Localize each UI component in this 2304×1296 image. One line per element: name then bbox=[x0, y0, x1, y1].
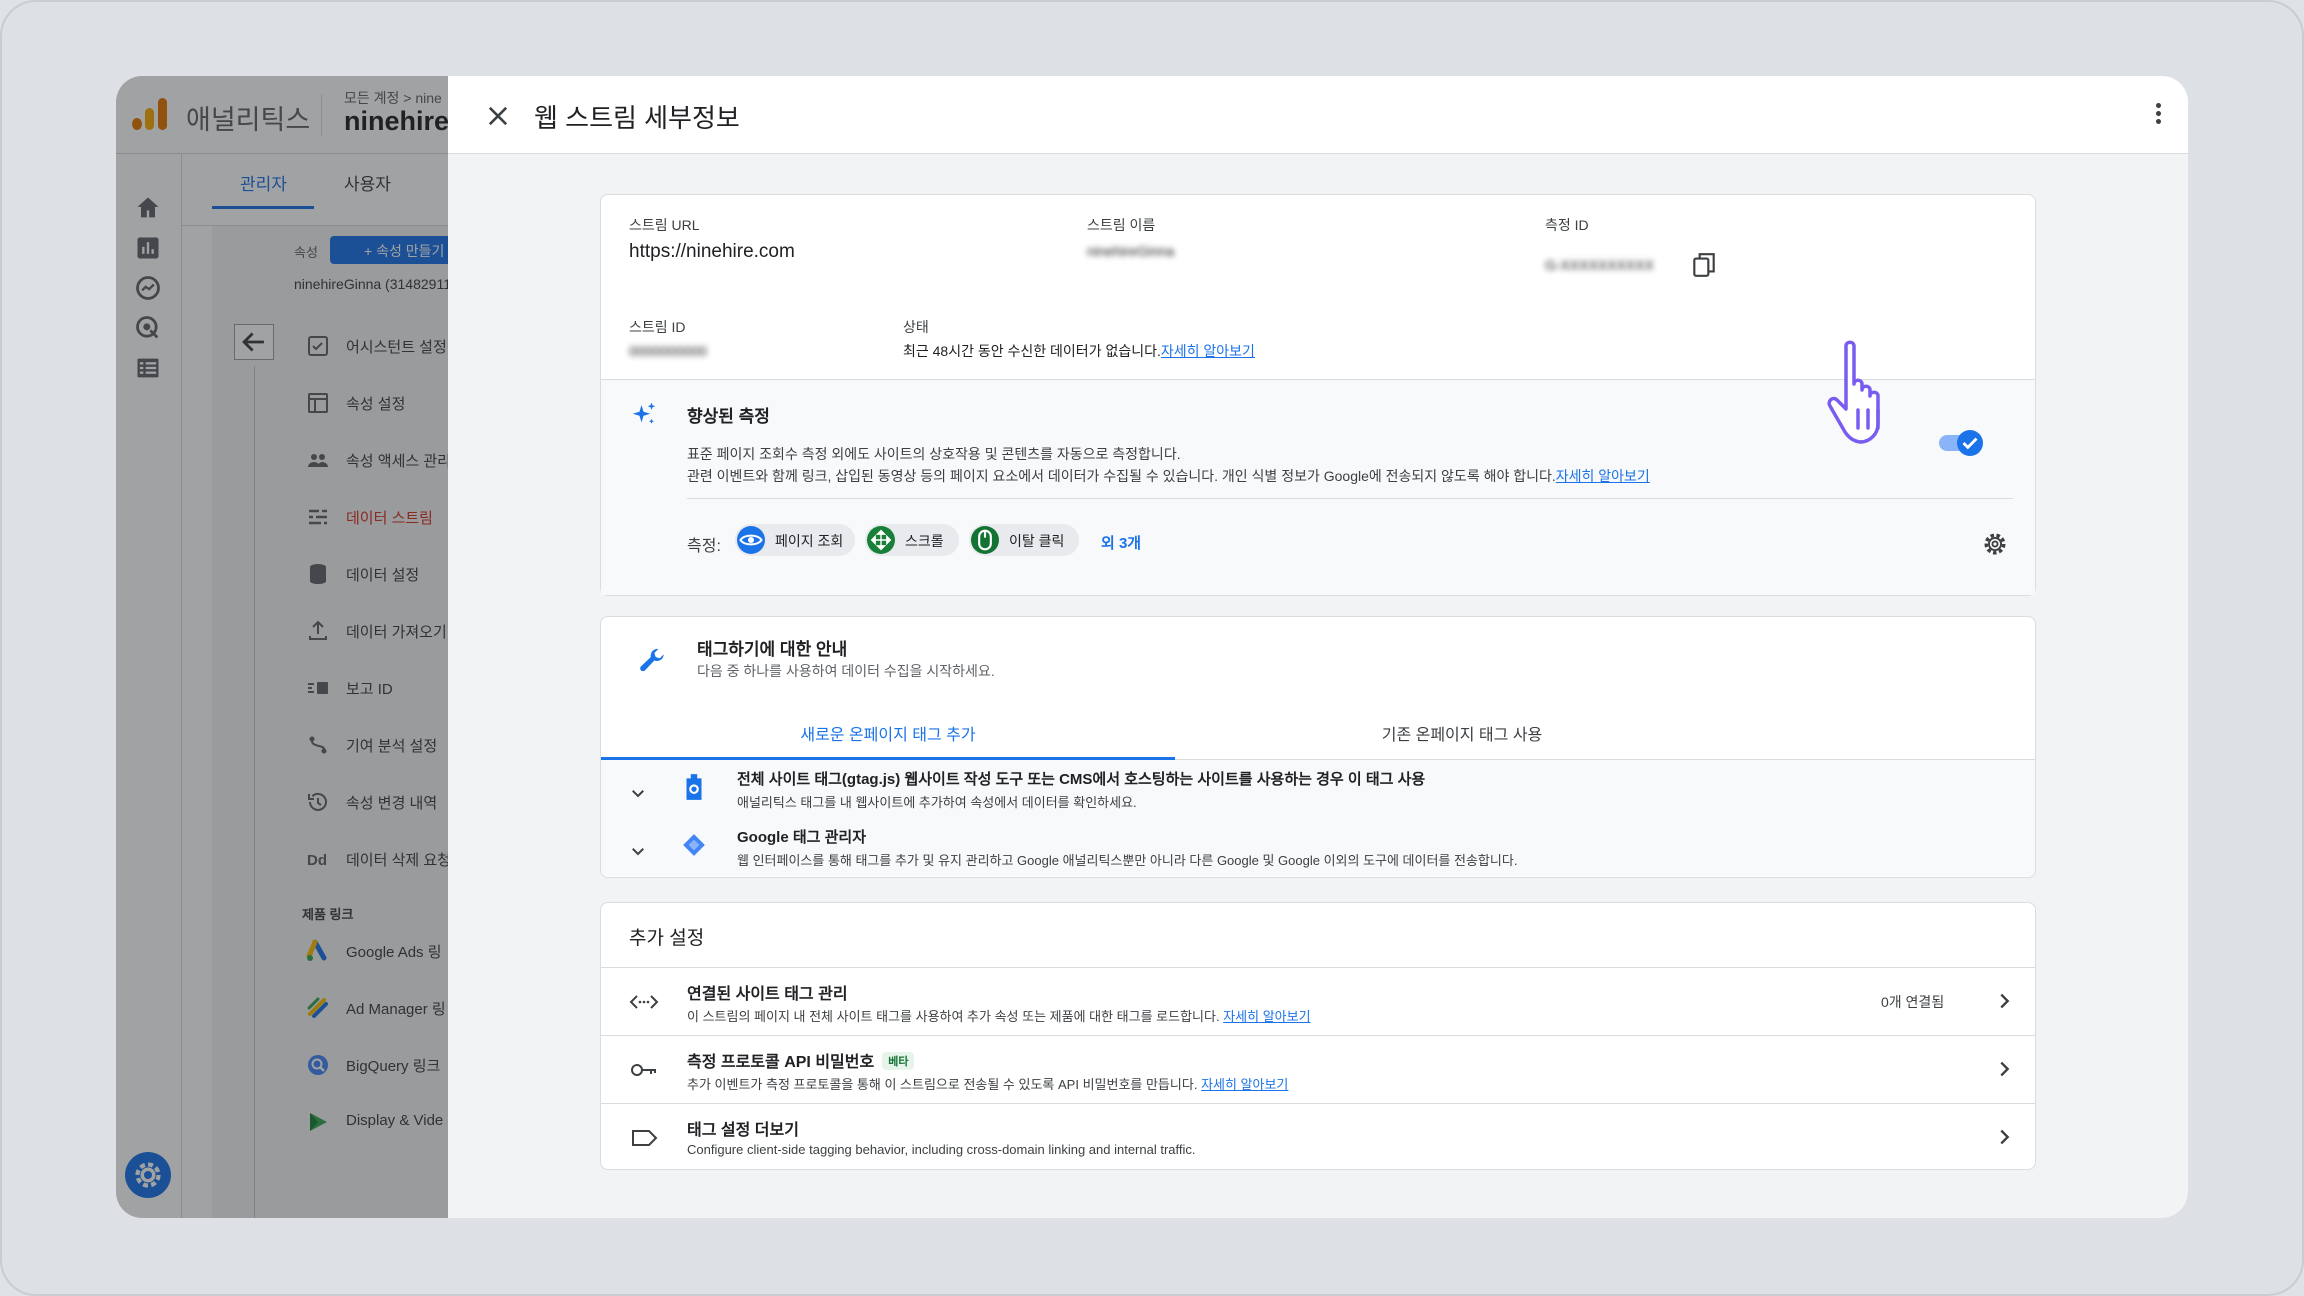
copy-icon[interactable] bbox=[1691, 251, 1717, 279]
enhanced-measurement-toggle[interactable] bbox=[1939, 430, 1985, 456]
setting-learn-more-link[interactable]: 자세히 알아보기 bbox=[1201, 1077, 1288, 1092]
measure-label: 측정: bbox=[687, 538, 721, 555]
connected-count-badge: 0개 연결됨 bbox=[1881, 994, 1945, 1010]
setting-title: 태그 설정 더보기 bbox=[687, 1122, 799, 1139]
status-text: 최근 48시간 동안 수신한 데이터가 없습니다.자세히 알아보기 bbox=[903, 341, 1255, 361]
chevron-right-icon[interactable] bbox=[1993, 1126, 2015, 1148]
scroll-icon bbox=[867, 526, 895, 554]
sparkle-icon bbox=[632, 402, 656, 424]
tag-option-desc: 애널리틱스 태그를 내 웹사이트에 추가하여 속성에서 데이터를 확인하세요. bbox=[737, 795, 1137, 810]
chevron-down-icon[interactable] bbox=[629, 842, 647, 860]
enhanced-learn-more-link[interactable]: 자세히 알아보기 bbox=[1556, 468, 1650, 484]
chip-page-view[interactable]: 페이지 조회 bbox=[735, 524, 855, 556]
setting-title-text: 측정 프로토콜 API 비밀번호 bbox=[687, 1054, 875, 1071]
chip-label: 이탈 클릭 bbox=[1009, 533, 1065, 549]
stream-id-label: 스트림 ID bbox=[629, 319, 686, 335]
tag-options-list: 전체 사이트 태그(gtag.js) 웹사이트 작성 도구 또는 CMS에서 호… bbox=[601, 760, 2035, 876]
additional-settings-card: 추가 설정 연결된 사이트 태그 관리 이 스트림의 페이지 내 전체 사이트 … bbox=[600, 902, 2036, 1170]
status-learn-more-link[interactable]: 자세히 알아보기 bbox=[1161, 343, 1255, 359]
chevron-down-icon[interactable] bbox=[629, 784, 647, 802]
tag-option-desc: 웹 인터페이스를 통해 태그를 추가 및 유지 관리하고 Google 애널리틱… bbox=[737, 853, 1518, 868]
chip-outbound-click[interactable]: 이탈 클릭 bbox=[969, 524, 1079, 556]
tagging-instructions-card: 태그하기에 대한 안내 다음 중 하나를 사용하여 데이터 수집을 시작하세요.… bbox=[600, 616, 2036, 878]
row-more-tag-settings[interactable]: 태그 설정 더보기 Configure client-side tagging … bbox=[601, 1103, 2035, 1171]
row-measurement-protocol-secrets[interactable]: 측정 프로토콜 API 비밀번호 베타 추가 이벤트가 측정 프로토콜을 통해 이… bbox=[601, 1035, 2035, 1103]
chevron-right-icon[interactable] bbox=[1993, 990, 2015, 1012]
status-label: 상태 bbox=[903, 319, 929, 335]
row-connected-site-tags[interactable]: 연결된 사이트 태그 관리 이 스트림의 페이지 내 전체 사이트 태그를 사용… bbox=[601, 967, 2035, 1035]
stream-url-label: 스트림 URL bbox=[629, 217, 700, 233]
enhanced-measurement-title: 향상된 측정 bbox=[687, 407, 770, 426]
tag-manager-icon bbox=[683, 834, 705, 856]
panel-title: 웹 스트림 세부정보 bbox=[534, 103, 740, 133]
site-tag-icon bbox=[686, 774, 702, 800]
tab-add-new-tag[interactable]: 새로운 온페이지 태그 추가 bbox=[601, 721, 1175, 745]
measurement-id-value: G-XXXXXXXXXX bbox=[1545, 257, 1654, 273]
wrench-icon bbox=[640, 648, 664, 672]
additional-settings-title: 추가 설정 bbox=[629, 928, 705, 949]
enhanced-desc-line1: 표준 페이지 조회수 측정 외에도 사이트의 상호작용 및 콘텐츠를 자동으로 … bbox=[687, 446, 1181, 462]
enhanced-desc-text: 관련 이벤트와 함께 링크, 삽입된 동영상 등의 페이지 요소에서 데이터가 … bbox=[687, 468, 1556, 484]
tab-use-existing-tag[interactable]: 기존 온페이지 태그 사용 bbox=[1175, 721, 1749, 745]
stream-name-label: 스트림 이름 bbox=[1087, 217, 1156, 233]
setting-desc: Configure client-side tagging behavior, … bbox=[687, 1142, 1196, 1157]
beta-badge: 베타 bbox=[882, 1052, 915, 1070]
check-icon bbox=[1962, 437, 1978, 450]
key-icon bbox=[631, 1064, 656, 1076]
chip-label: 페이지 조회 bbox=[775, 533, 844, 549]
setting-title: 측정 프로토콜 API 비밀번호 베타 bbox=[687, 1048, 915, 1072]
tag-option-title: Google 태그 관리자 bbox=[737, 829, 867, 846]
setting-learn-more-link[interactable]: 자세히 알아보기 bbox=[1223, 1009, 1310, 1024]
toggle-knob bbox=[1957, 430, 1983, 456]
stream-url-value: https://ninehire.com bbox=[629, 241, 795, 262]
setting-title: 연결된 사이트 태그 관리 bbox=[687, 986, 848, 1003]
enhanced-divider bbox=[687, 498, 2013, 499]
web-stream-details-panel: 웹 스트림 세부정보 스트림 URL https://ninehire.com … bbox=[448, 76, 2188, 1218]
chevron-right-icon[interactable] bbox=[1993, 1058, 2015, 1080]
tag-option-title: 전체 사이트 태그(gtag.js) 웹사이트 작성 도구 또는 CMS에서 호… bbox=[737, 771, 1426, 788]
browser-window: 애널리틱스 모든 계정 > nine ninehire 관리자 사용자 속성 +… bbox=[116, 76, 2188, 1218]
setting-desc-text: 이 스트림의 페이지 내 전체 사이트 태그를 사용하여 추가 속성 또는 제품… bbox=[687, 1009, 1220, 1024]
setting-desc: 추가 이벤트가 측정 프로토콜을 통해 이 스트림으로 전송될 수 있도록 AP… bbox=[687, 1074, 1288, 1093]
more-events-link[interactable]: 외 3개 bbox=[1101, 532, 1141, 553]
tagging-subtitle: 다음 중 하나를 사용하여 데이터 수집을 시작하세요. bbox=[697, 663, 995, 679]
enhanced-desc-line2: 관련 이벤트와 함께 링크, 삽입된 동영상 등의 페이지 요소에서 데이터가 … bbox=[687, 466, 1650, 486]
chip-label: 스크롤 bbox=[905, 533, 944, 549]
more-vert-icon[interactable] bbox=[2152, 100, 2164, 130]
measurement-id-label: 측정 ID bbox=[1545, 217, 1589, 233]
setting-desc: 이 스트림의 페이지 내 전체 사이트 태그를 사용하여 추가 속성 또는 제품… bbox=[687, 1006, 1311, 1025]
panel-header: 웹 스트림 세부정보 bbox=[448, 76, 2188, 154]
stream-name-value: ninehireGinna bbox=[1087, 243, 1175, 259]
setting-desc-text: 추가 이벤트가 측정 프로토콜을 통해 이 스트림으로 전송될 수 있도록 AP… bbox=[687, 1077, 1198, 1092]
close-icon[interactable] bbox=[484, 102, 512, 130]
code-icon bbox=[629, 995, 659, 1009]
chip-scroll[interactable]: 스크롤 bbox=[865, 524, 959, 556]
hand-pointer-cursor-icon bbox=[1827, 340, 1880, 444]
status-message: 최근 48시간 동안 수신한 데이터가 없습니다. bbox=[903, 343, 1161, 359]
label-icon bbox=[632, 1130, 658, 1146]
eye-icon bbox=[737, 526, 765, 554]
gear-icon[interactable] bbox=[1981, 530, 2009, 558]
stream-id-value: 0000000000 bbox=[629, 343, 707, 359]
tagging-title: 태그하기에 대한 안내 bbox=[697, 640, 848, 659]
mouse-icon bbox=[971, 526, 999, 554]
